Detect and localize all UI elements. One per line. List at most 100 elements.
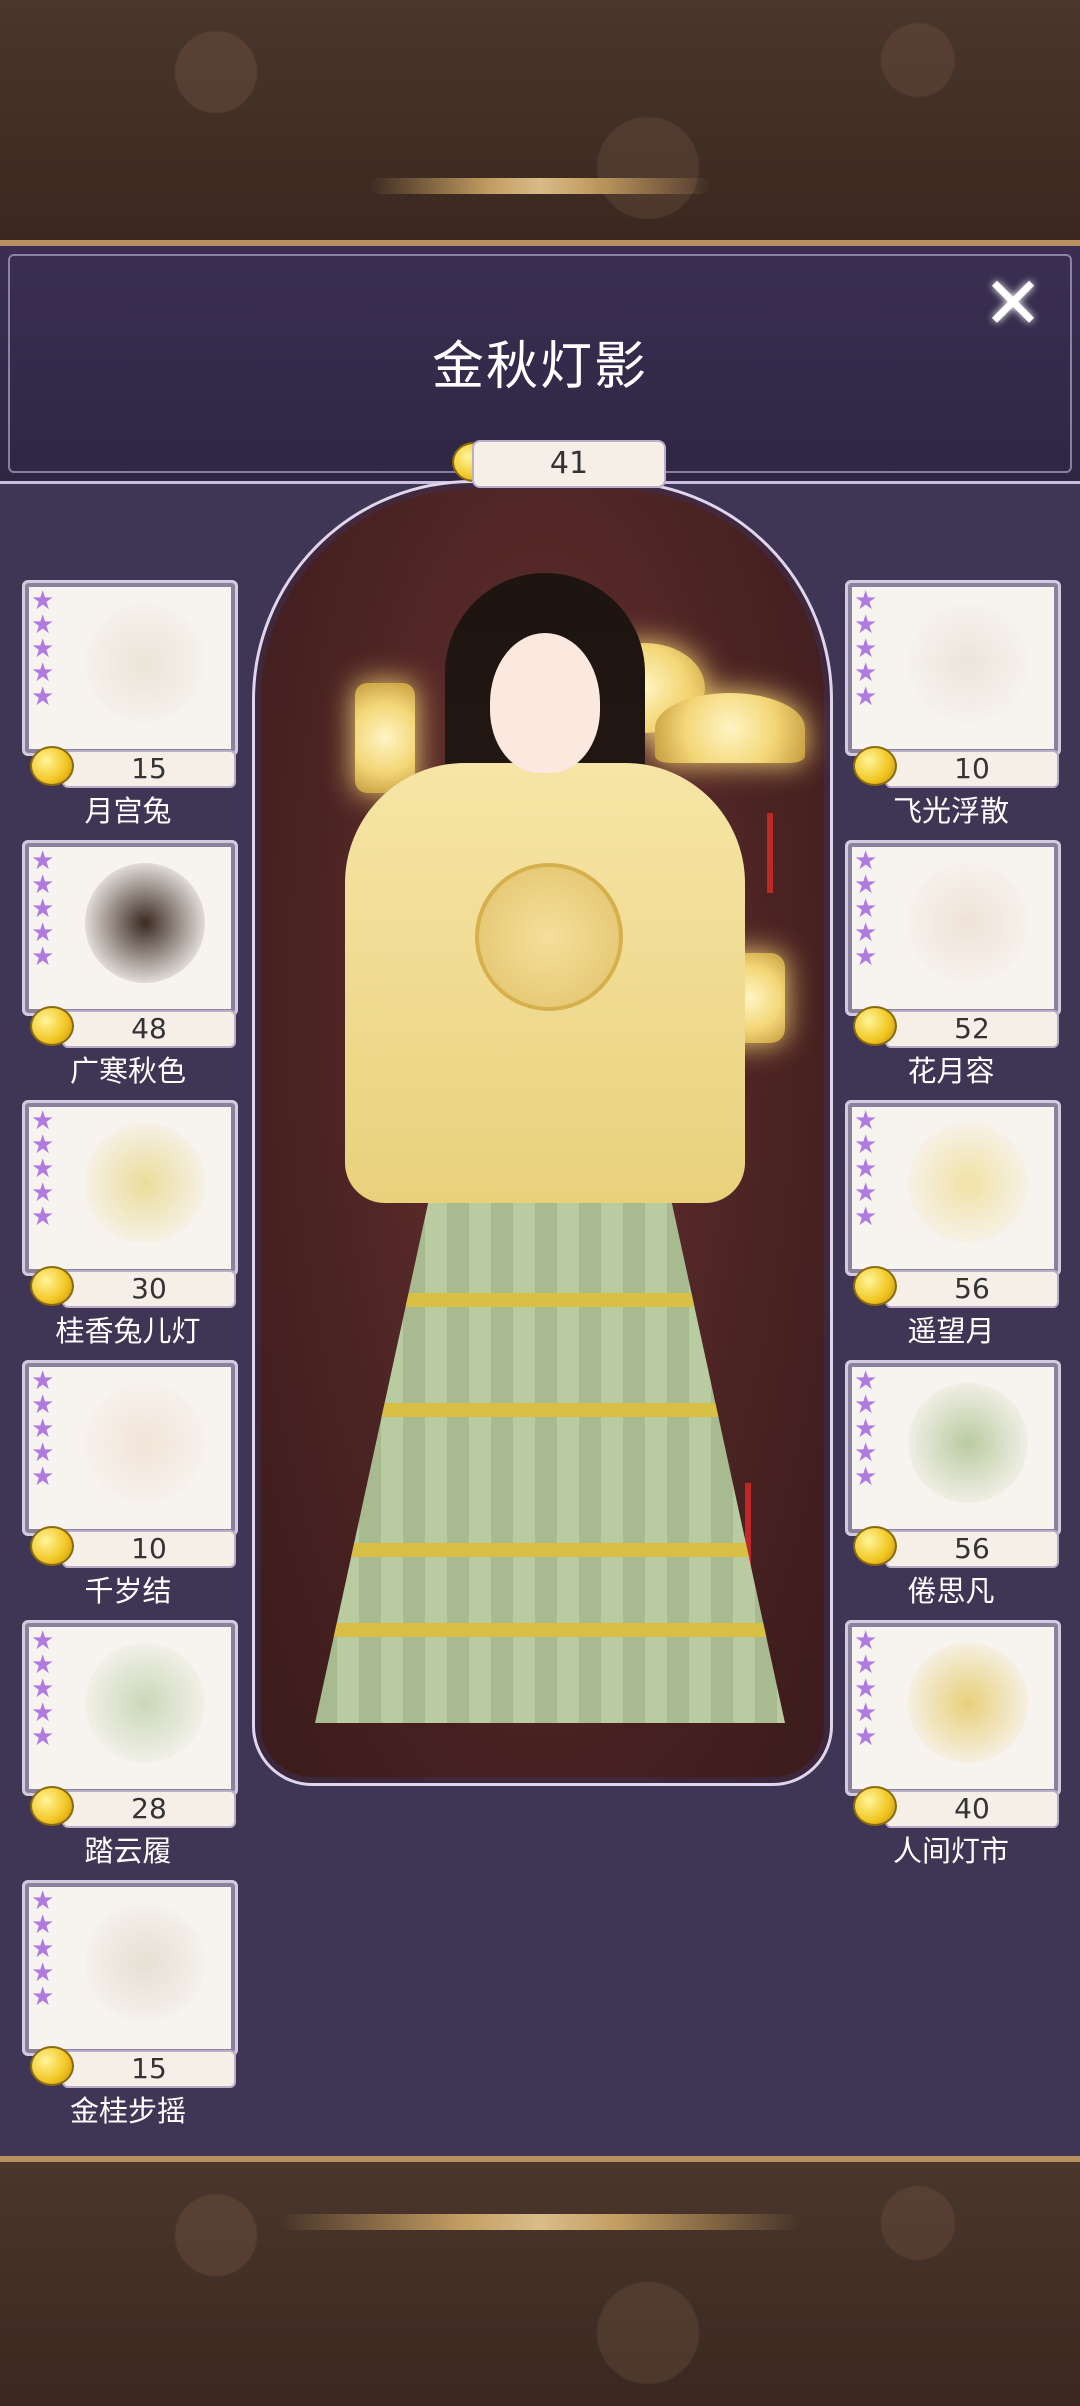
item-name: 人间灯市 [892,1834,1009,1868]
outfit-item-card[interactable]: ★ ★ ★ ★ ★ 56 遥望月 [845,1100,1061,1348]
character-face [490,633,600,773]
item-thumbnail-frame: ★ ★ ★ ★ ★ [845,840,1061,1016]
item-name: 桂香兔儿灯 [55,1314,201,1348]
page-title: 金秋灯影 [431,337,648,397]
skirt-gold-band [315,1293,785,1307]
outfit-item-card[interactable]: ★ ★ ★ ★ ★ 10 飞光浮散 [845,580,1061,828]
item-name: 踏云履 [84,1834,172,1868]
item-count: 15 [62,750,236,788]
close-button[interactable]: ✕ [978,267,1048,339]
item-name: 千岁结 [84,1574,172,1608]
item-name: 飞光浮散 [892,794,1009,828]
coin-icon [30,1526,74,1566]
lantern-icon [355,683,415,793]
shoes-icon [85,1643,205,1763]
coin-icon [853,746,897,786]
character-display [252,480,833,1786]
bracelet-icon [85,1383,205,1503]
coin-icon [853,1006,897,1046]
rarity-stars: ★ ★ ★ ★ ★ [854,848,882,970]
item-thumbnail-frame: ★ ★ ★ ★ ★ [22,840,238,1016]
skirt-icon [908,1383,1028,1503]
item-name: 月宫兔 [84,794,172,828]
item-thumbnail-frame: ★ ★ ★ ★ ★ [845,1360,1061,1536]
item-count: 10 [885,750,1059,788]
item-thumbnail-frame: ★ ★ ★ ★ ★ [22,1620,238,1796]
item-thumbnail-frame: ★ ★ ★ ★ ★ [22,1360,238,1536]
bottom-wood-frame [0,2156,1080,2406]
item-count: 15 [62,2050,236,2088]
item-thumbnail-frame: ★ ★ ★ ★ ★ [845,1620,1061,1796]
outfit-item-card[interactable]: ★ ★ ★ ★ ★ 10 千岁结 [22,1360,238,1608]
item-count: 48 [62,1010,236,1048]
rabbit-lantern-icon [85,1123,205,1243]
item-count: 10 [62,1530,236,1568]
item-count: 40 [885,1790,1059,1828]
rarity-stars: ★ ★ ★ ★ ★ [854,1368,882,1492]
rarity-stars: ★ ★ ★ ★ ★ [31,848,59,972]
outfit-item-card[interactable]: ★ ★ ★ ★ ★ 15 金桂步摇 [22,1880,238,2128]
rarity-stars: ★ ★ ★ ★ ★ [854,1108,882,1232]
coin-icon [853,1526,897,1566]
coin-icon [30,746,74,786]
item-thumbnail-frame: ★ ★ ★ ★ ★ [845,1100,1061,1276]
skirt-gold-band [315,1403,785,1417]
coin-icon [30,1266,74,1306]
star-icon: ★ [854,682,878,712]
item-count: 30 [62,1270,236,1308]
item-name: 金桂步摇 [69,2094,186,2128]
character-skirt [315,1183,785,1723]
outfit-item-card[interactable]: ★ ★ ★ ★ ★ 28 踏云履 [22,1620,238,1868]
item-name: 倦思凡 [907,1574,995,1608]
outfit-item-card[interactable]: ★ ★ ★ ★ ★ 30 桂香兔儿灯 [22,1100,238,1348]
top-flourish-ornament [370,178,710,194]
star-icon: ★ [31,1462,55,1492]
outfit-item-card[interactable]: ★ ★ ★ ★ ★ 48 广寒秋色 [22,840,238,1088]
star-icon: ★ [31,942,55,972]
rarity-stars: ★ ★ ★ ★ ★ [854,588,882,712]
item-count: 56 [885,1530,1059,1568]
star-icon: ★ [854,1202,878,1232]
item-thumbnail-frame: ★ ★ ★ ★ ★ [845,580,1061,756]
star-icon: ★ [31,682,55,712]
rarity-stars: ★ ★ ★ ★ ★ [31,1368,59,1492]
face-makeup-icon [908,863,1028,983]
fan-lantern-icon [655,693,805,763]
star-icon: ★ [31,1202,55,1232]
top-garment-icon [908,1123,1028,1243]
item-name: 遥望月 [907,1314,995,1348]
item-count: 52 [885,1010,1059,1048]
skirt-gold-band [315,1543,785,1557]
tassel-decoration [767,813,773,893]
star-icon: ★ [31,1982,55,2012]
item-thumbnail-frame: ★ ★ ★ ★ ★ [22,580,238,756]
outfit-item-card[interactable]: ★ ★ ★ ★ ★ 52 花月容 [845,840,1061,1088]
hairpin-icon [85,1903,205,2023]
coin-icon [30,2046,74,2086]
bottom-flourish-ornament [280,2214,800,2230]
top-wood-frame [0,0,1080,246]
close-icon: ✕ [982,261,1044,345]
lantern-stall-icon [908,1643,1028,1763]
hair-short-icon [908,603,1028,723]
star-icon: ★ [31,1722,55,1752]
item-count: 56 [885,1270,1059,1308]
rarity-stars: ★ ★ ★ ★ ★ [31,1628,59,1752]
rarity-stars: ★ ★ ★ ★ ★ [31,1888,59,2012]
item-count: 28 [62,1790,236,1828]
coin-icon [853,1266,897,1306]
rarity-stars: ★ ★ ★ ★ ★ [31,588,59,712]
coin-icon [30,1786,74,1826]
coin-icon [30,1006,74,1046]
hair-dark-icon [85,863,205,983]
outfit-item-card[interactable]: ★ ★ ★ ★ ★ 56 倦思凡 [845,1360,1061,1608]
hair-white-icon [85,603,205,723]
rarity-stars: ★ ★ ★ ★ ★ [854,1628,882,1750]
total-count: 41 [472,440,666,488]
coin-icon [853,1786,897,1826]
outfit-item-card[interactable]: ★ ★ ★ ★ ★ 15 月宫兔 [22,580,238,828]
outfit-item-card[interactable]: ★ ★ ★ ★ ★ 40 人间灯市 [845,1620,1061,1868]
rarity-stars: ★ ★ ★ ★ ★ [31,1108,59,1232]
star-icon: ★ [854,1462,878,1492]
item-name: 花月容 [907,1054,995,1088]
